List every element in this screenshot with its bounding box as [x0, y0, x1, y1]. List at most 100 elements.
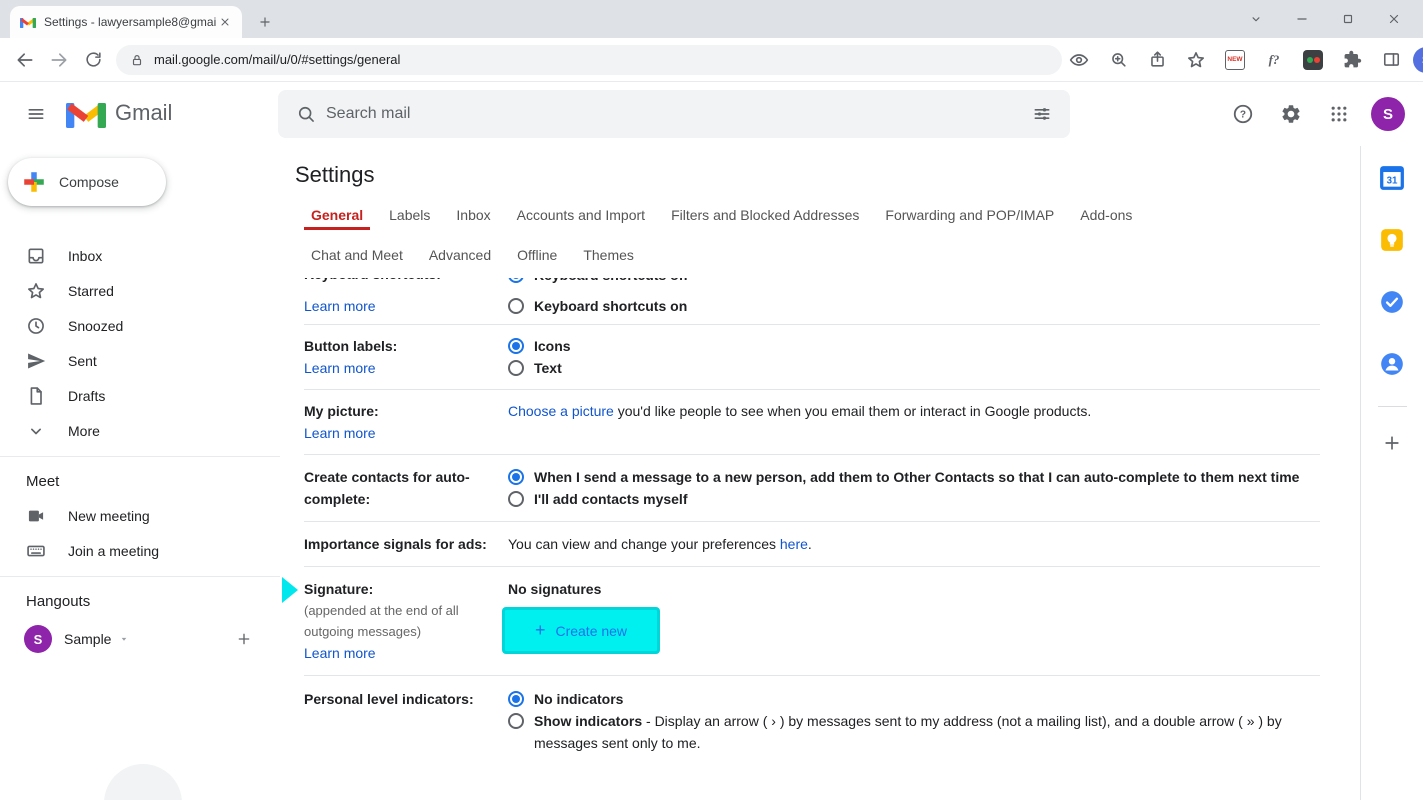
settings-gear-icon[interactable]	[1267, 90, 1315, 138]
compose-button[interactable]: Compose	[8, 158, 166, 206]
share-icon[interactable]	[1140, 43, 1174, 77]
row-label: Personal level indicators:	[304, 688, 498, 710]
sidebar-item-inbox[interactable]: Inbox	[0, 238, 280, 273]
reload-icon[interactable]	[76, 43, 110, 77]
rail-divider	[1378, 406, 1407, 407]
sidebar-item-join-meeting[interactable]: Join a meeting	[0, 533, 280, 568]
row-label: Button labels:	[304, 335, 498, 357]
radio-unselected[interactable]	[508, 713, 524, 729]
tab-accounts-and-import[interactable]: Accounts and Import	[510, 202, 652, 230]
extensions-puzzle-icon[interactable]	[1335, 43, 1369, 77]
bookmark-star-icon[interactable]	[1179, 43, 1213, 77]
choose-picture-link[interactable]: Choose a picture	[508, 403, 614, 419]
radio-selected[interactable]	[508, 278, 524, 283]
radio-option[interactable]: Keyboard shortcuts off	[508, 278, 688, 286]
sidebar-item-starred[interactable]: Starred	[0, 273, 280, 308]
preview-eye-icon[interactable]	[1062, 43, 1096, 77]
tab-offline[interactable]: Offline	[510, 242, 564, 270]
help-icon[interactable]: ?	[1219, 90, 1267, 138]
account-avatar[interactable]: S	[1371, 97, 1405, 131]
google-apps-grid-icon[interactable]	[1315, 90, 1363, 138]
radio-selected[interactable]	[508, 338, 524, 354]
svg-text:31: 31	[1387, 175, 1398, 186]
tab-search-chevron-icon[interactable]	[1233, 0, 1279, 38]
side-panel-icon[interactable]	[1374, 43, 1408, 77]
lock-icon	[130, 53, 144, 67]
browser-tab[interactable]: Settings - lawyersample8@gmail	[10, 6, 242, 38]
radio-option[interactable]: No indicators	[508, 688, 1320, 710]
page-title: Settings	[295, 162, 1360, 188]
tab-advanced[interactable]: Advanced	[422, 242, 498, 270]
window-maximize-icon[interactable]	[1325, 0, 1371, 38]
window-minimize-icon[interactable]	[1279, 0, 1325, 38]
settings-row-my-picture: My picture: Learn more Choose a picture …	[304, 390, 1320, 455]
hangouts-user-row[interactable]: S Sample	[0, 618, 280, 660]
radio-selected[interactable]	[508, 691, 524, 707]
keep-icon[interactable]	[1372, 220, 1412, 260]
extension-new-icon[interactable]: NEW	[1218, 43, 1252, 77]
new-hangout-plus-icon[interactable]	[236, 631, 252, 647]
sidebar-item-drafts[interactable]: Drafts	[0, 378, 280, 413]
tab-themes[interactable]: Themes	[576, 242, 641, 270]
tab-forwarding[interactable]: Forwarding and POP/IMAP	[878, 202, 1061, 230]
compose-label: Compose	[59, 174, 119, 190]
search-icon[interactable]	[286, 94, 326, 134]
forward-icon[interactable]	[42, 43, 76, 77]
radio-selected[interactable]	[508, 469, 524, 485]
extension-fq-icon[interactable]: f?	[1257, 43, 1291, 77]
back-icon[interactable]	[8, 43, 42, 77]
tab-general[interactable]: General	[304, 202, 370, 230]
url-text: mail.google.com/mail/u/0/#settings/gener…	[154, 52, 400, 67]
sidebar-item-label: Sent	[68, 353, 97, 369]
tab-filters[interactable]: Filters and Blocked Addresses	[664, 202, 866, 230]
sidebar-item-sent[interactable]: Sent	[0, 343, 280, 378]
here-link[interactable]: here	[780, 536, 808, 552]
videocam-icon	[26, 506, 46, 526]
radio-unselected[interactable]	[508, 360, 524, 376]
sidebar-item-snoozed[interactable]: Snoozed	[0, 308, 280, 343]
radio-unselected[interactable]	[508, 491, 524, 507]
radio-option[interactable]: I'll add contacts myself	[508, 488, 1320, 510]
search-options-tune-icon[interactable]	[1022, 94, 1062, 134]
radio-option[interactable]: Show indicators - Display an arrow ( › )…	[508, 710, 1320, 754]
contacts-icon[interactable]	[1372, 344, 1412, 384]
caret-down-icon	[117, 632, 131, 646]
calendar-icon[interactable]: 31	[1372, 158, 1412, 198]
window-close-icon[interactable]	[1371, 0, 1417, 38]
sidebar-divider	[0, 576, 280, 577]
tasks-icon[interactable]	[1372, 282, 1412, 322]
create-new-signature-button[interactable]: + Create new	[502, 607, 660, 654]
chevron-down-icon	[26, 421, 46, 441]
radio-option[interactable]: When I send a message to a new person, a…	[508, 466, 1320, 488]
extension-recorder-icon[interactable]	[1296, 43, 1330, 77]
browser-profile-avatar[interactable]: S	[1413, 47, 1423, 73]
tab-close-icon[interactable]	[216, 13, 234, 31]
gmail-logo[interactable]: Gmail	[66, 98, 172, 128]
window-controls	[1233, 0, 1417, 38]
tab-add-ons[interactable]: Add-ons	[1073, 202, 1139, 230]
radio-option[interactable]: Icons	[508, 335, 1320, 357]
gmail-logo-icon	[66, 98, 106, 128]
learn-more-link[interactable]: Learn more	[304, 295, 376, 317]
search-input[interactable]	[326, 105, 1022, 123]
tab-chat-and-meet[interactable]: Chat and Meet	[304, 242, 410, 270]
learn-more-link[interactable]: Learn more	[304, 642, 498, 664]
importance-text: You can view and change your preferences	[508, 536, 780, 552]
settings-row-personal-indicators: Personal level indicators: No indicators…	[304, 676, 1320, 754]
settings-rows: Keyboard shortcuts: Learn more Keyboard …	[304, 278, 1320, 754]
sidebar-item-new-meeting[interactable]: New meeting	[0, 498, 280, 533]
settings-row-auto-complete: Create contacts for auto-complete: When …	[304, 455, 1320, 522]
address-bar[interactable]: mail.google.com/mail/u/0/#settings/gener…	[116, 45, 1062, 75]
sidebar-item-more[interactable]: More	[0, 413, 280, 448]
new-tab-button[interactable]	[252, 9, 278, 35]
main-menu-hamburger-icon[interactable]	[12, 90, 60, 138]
get-add-ons-plus-icon[interactable]	[1372, 423, 1412, 463]
learn-more-link[interactable]: Learn more	[304, 422, 498, 444]
radio-unselected[interactable]	[508, 298, 524, 314]
zoom-icon[interactable]	[1101, 43, 1135, 77]
tab-inbox[interactable]: Inbox	[449, 202, 497, 230]
radio-option[interactable]: Text	[508, 357, 1320, 379]
learn-more-link[interactable]: Learn more	[304, 357, 498, 379]
tab-labels[interactable]: Labels	[382, 202, 437, 230]
radio-option[interactable]: Keyboard shortcuts on	[508, 295, 687, 317]
